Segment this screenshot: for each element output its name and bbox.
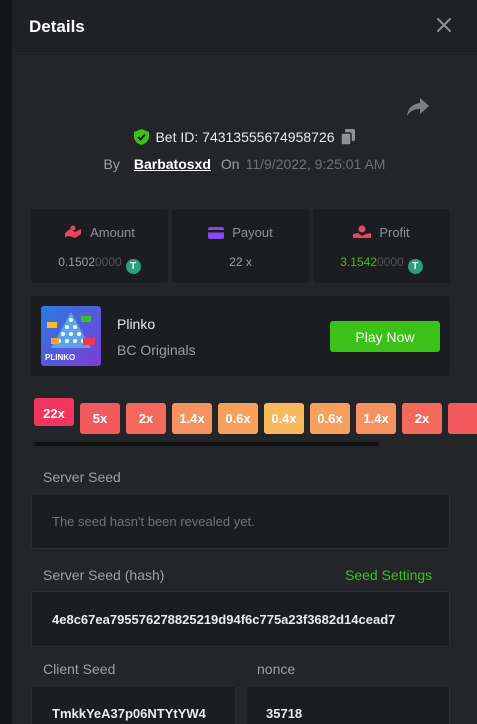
payout-icon [208, 227, 225, 239]
client-seed-label: Client Seed [43, 661, 116, 677]
share-icon[interactable] [406, 96, 430, 118]
server-seed-value: The seed hasn't been revealed yet. [52, 514, 255, 529]
profit-card: Profit 3.15420000 T [313, 209, 450, 283]
game-card: PLINKO Plinko BC Originals Play Now [31, 296, 450, 376]
modal-body: Bet ID: 74313555674958726 By Barbatosxd On… [12, 55, 477, 724]
by-label: By [103, 156, 120, 172]
amount-suffix: 0000 [95, 255, 122, 269]
profit-label: Profit [379, 225, 410, 240]
game-provider: BC Originals [117, 342, 196, 358]
multiplier-scrollbar[interactable] [34, 442, 379, 446]
shield-check-icon [134, 129, 150, 145]
details-modal: Details Bet ID: 74313555674958726 By Barb… [0, 0, 477, 724]
copy-icon[interactable] [340, 129, 355, 145]
profit-icon [353, 225, 372, 238]
profit-value-row: 3.15420000 T [313, 255, 450, 274]
multiplier-chip: 1.4x [172, 403, 212, 434]
usdt-coin-icon: T [125, 259, 141, 274]
multiplier-chip: 0.6x [218, 403, 258, 434]
server-hash-value: 4e8c67ea795576278825219d94f6c775a23f3682… [52, 612, 396, 627]
payout-label-row: Payout [172, 225, 309, 240]
profit-value: 3.1542 [340, 255, 377, 269]
plinko-thumbnail-art: PLINKO [41, 306, 101, 366]
multiplier-row: 22x 5x 2x 1.4x 0.6x 0.4x 0.6x 1.4x 2x [34, 398, 477, 435]
server-hash-field[interactable]: 4e8c67ea795576278825219d94f6c775a23f3682… [31, 591, 450, 647]
multiplier-chip: 2x [402, 403, 442, 434]
bet-author-line: By Barbatosxd On 11/9/2022, 9:25:01 AM [12, 156, 477, 172]
amount-icon [65, 225, 82, 238]
multiplier-chip: 0.4x [264, 403, 304, 434]
close-icon[interactable] [435, 16, 453, 34]
multiplier-chip: 5x [80, 403, 120, 434]
server-seed-field[interactable]: The seed hasn't been revealed yet. [31, 493, 450, 549]
multiplier-chip: 0.6x [310, 403, 350, 434]
payout-value: 22 x [229, 255, 252, 269]
bet-stats: Amount 0.15020000 T Payout 22 x Profit 3… [31, 209, 450, 283]
on-label: On [220, 156, 240, 172]
client-seed-value: TmkkYeA37p06NTYtYW4 [52, 706, 206, 721]
multiplier-chip [448, 403, 477, 434]
server-hash-label: Server Seed (hash) [43, 567, 165, 583]
profit-suffix: 0000 [377, 255, 404, 269]
bet-date: 11/9/2022, 9:25:01 AM [245, 156, 386, 172]
bet-id-prefix: Bet ID: [155, 129, 199, 145]
backdrop-edge [0, 0, 12, 724]
multiplier-chip: 1.4x [356, 403, 396, 434]
modal-header: Details [12, 0, 477, 54]
play-now-button[interactable]: Play Now [330, 321, 440, 352]
bet-id: 74313555674958726 [202, 129, 335, 145]
multiplier-chip-selected: 22x [34, 398, 74, 426]
thumb-text: PLINKO [45, 353, 75, 362]
bet-id-line: Bet ID: 74313555674958726 [12, 129, 477, 145]
plinko-thumbnail[interactable]: PLINKO [41, 306, 101, 366]
amount-value: 0.1502 [58, 255, 95, 269]
payout-card: Payout 22 x [172, 209, 309, 283]
game-name: Plinko [117, 316, 156, 332]
modal-title: Details [29, 17, 85, 36]
multiplier-chip: 2x [126, 403, 166, 434]
usdt-coin-icon: T [407, 259, 423, 274]
amount-card: Amount 0.15020000 T [31, 209, 168, 283]
client-seed-field[interactable]: TmkkYeA37p06NTYtYW4 [31, 685, 236, 724]
seed-settings-link[interactable]: Seed Settings [345, 567, 432, 583]
server-seed-label: Server Seed [43, 469, 121, 485]
amount-value-row: 0.15020000 T [31, 255, 168, 274]
profit-label-row: Profit [313, 225, 450, 240]
nonce-value: 35718 [266, 706, 303, 721]
amount-label: Amount [90, 225, 135, 240]
username-link[interactable]: Barbatosxd [134, 156, 211, 172]
payout-label: Payout [232, 225, 273, 240]
nonce-field[interactable]: 35718 [245, 685, 450, 724]
amount-label-row: Amount [31, 225, 168, 240]
nonce-label: nonce [257, 661, 296, 677]
